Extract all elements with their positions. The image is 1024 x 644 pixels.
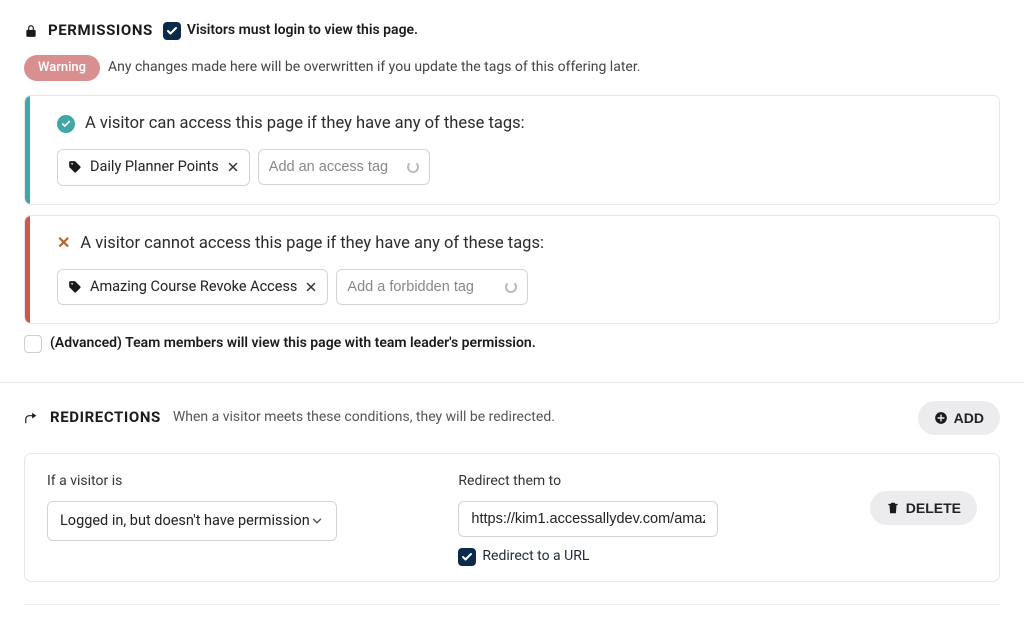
chevron-down-icon bbox=[310, 514, 324, 528]
access-tags-card: A visitor can access this page if they h… bbox=[24, 95, 1000, 204]
x-icon: ✕ bbox=[57, 232, 70, 254]
tag-icon bbox=[68, 160, 82, 174]
access-tag-label: Daily Planner Points bbox=[90, 157, 219, 177]
redirect-url-input[interactable] bbox=[458, 501, 718, 537]
condition-label: If a visitor is bbox=[47, 472, 418, 492]
redirections-header: REDIRECTIONS When a visitor meets these … bbox=[24, 401, 1000, 435]
plus-circle-icon bbox=[934, 411, 948, 425]
spinner-icon bbox=[407, 161, 419, 173]
access-tag-add[interactable] bbox=[258, 149, 430, 185]
forbidden-heading-row: ✕ A visitor cannot access this page if t… bbox=[57, 232, 981, 255]
redirect-col: Redirect them to Redirect to a URL bbox=[458, 472, 829, 567]
lock-icon bbox=[24, 24, 38, 38]
condition-select[interactable]: Logged in, but doesn't have permission bbox=[47, 501, 337, 541]
login-required-label: Visitors must login to view this page. bbox=[187, 21, 418, 41]
forbidden-tag-input[interactable] bbox=[347, 279, 497, 295]
access-tag-row: Daily Planner Points bbox=[57, 149, 981, 185]
warning-badge: Warning bbox=[24, 55, 100, 81]
delete-button-label: DELETE bbox=[906, 500, 961, 516]
redirect-icon bbox=[24, 411, 38, 425]
access-heading-row: A visitor can access this page if they h… bbox=[57, 112, 981, 135]
redirect-url-checkbox[interactable] bbox=[458, 548, 476, 566]
access-tag-input[interactable] bbox=[269, 159, 399, 175]
end-divider bbox=[24, 604, 1000, 605]
redirections-subtitle: When a visitor meets these conditions, t… bbox=[173, 408, 555, 428]
forbidden-tag-add[interactable] bbox=[336, 269, 528, 305]
redirect-url-checkbox-label: Redirect to a URL bbox=[482, 547, 589, 567]
permissions-title: PERMISSIONS bbox=[48, 20, 153, 41]
login-required-checkbox-wrap: Visitors must login to view this page. bbox=[163, 21, 418, 41]
forbidden-tag-label: Amazing Course Revoke Access bbox=[90, 277, 297, 297]
warning-text: Any changes made here will be overwritte… bbox=[108, 58, 640, 78]
advanced-row: (Advanced) Team members will view this p… bbox=[24, 334, 1000, 354]
access-tag-chip: Daily Planner Points bbox=[57, 149, 250, 185]
check-circle-icon bbox=[57, 115, 75, 133]
delete-col: DELETE bbox=[870, 472, 977, 544]
permissions-header: PERMISSIONS Visitors must login to view … bbox=[24, 20, 1000, 41]
redirect-label: Redirect them to bbox=[458, 472, 829, 492]
access-heading: A visitor can access this page if they h… bbox=[85, 112, 525, 135]
tag-icon bbox=[68, 280, 82, 294]
remove-tag-icon[interactable] bbox=[305, 281, 317, 293]
redirect-url-checkbox-row: Redirect to a URL bbox=[458, 547, 829, 567]
section-divider bbox=[0, 382, 1024, 383]
condition-col: If a visitor is Logged in, but doesn't h… bbox=[47, 472, 418, 542]
forbidden-tags-card: ✕ A visitor cannot access this page if t… bbox=[24, 215, 1000, 324]
forbidden-heading: A visitor cannot access this page if the… bbox=[80, 232, 544, 255]
forbidden-tag-chip: Amazing Course Revoke Access bbox=[57, 269, 328, 305]
warning-row: Warning Any changes made here will be ov… bbox=[24, 55, 1000, 81]
login-required-checkbox[interactable] bbox=[163, 22, 181, 40]
add-redirection-button[interactable]: ADD bbox=[918, 401, 1000, 435]
advanced-label: (Advanced) Team members will view this p… bbox=[50, 334, 536, 354]
advanced-checkbox[interactable] bbox=[24, 335, 42, 353]
add-button-label: ADD bbox=[954, 410, 984, 426]
redirections-title: REDIRECTIONS bbox=[50, 407, 161, 428]
condition-value: Logged in, but doesn't have permission bbox=[60, 511, 310, 531]
trash-icon bbox=[886, 501, 900, 515]
redirection-rule-card: If a visitor is Logged in, but doesn't h… bbox=[24, 453, 1000, 582]
remove-tag-icon[interactable] bbox=[227, 161, 239, 173]
forbidden-tag-row: Amazing Course Revoke Access bbox=[57, 269, 981, 305]
delete-redirection-button[interactable]: DELETE bbox=[870, 491, 977, 525]
spinner-icon bbox=[505, 281, 517, 293]
